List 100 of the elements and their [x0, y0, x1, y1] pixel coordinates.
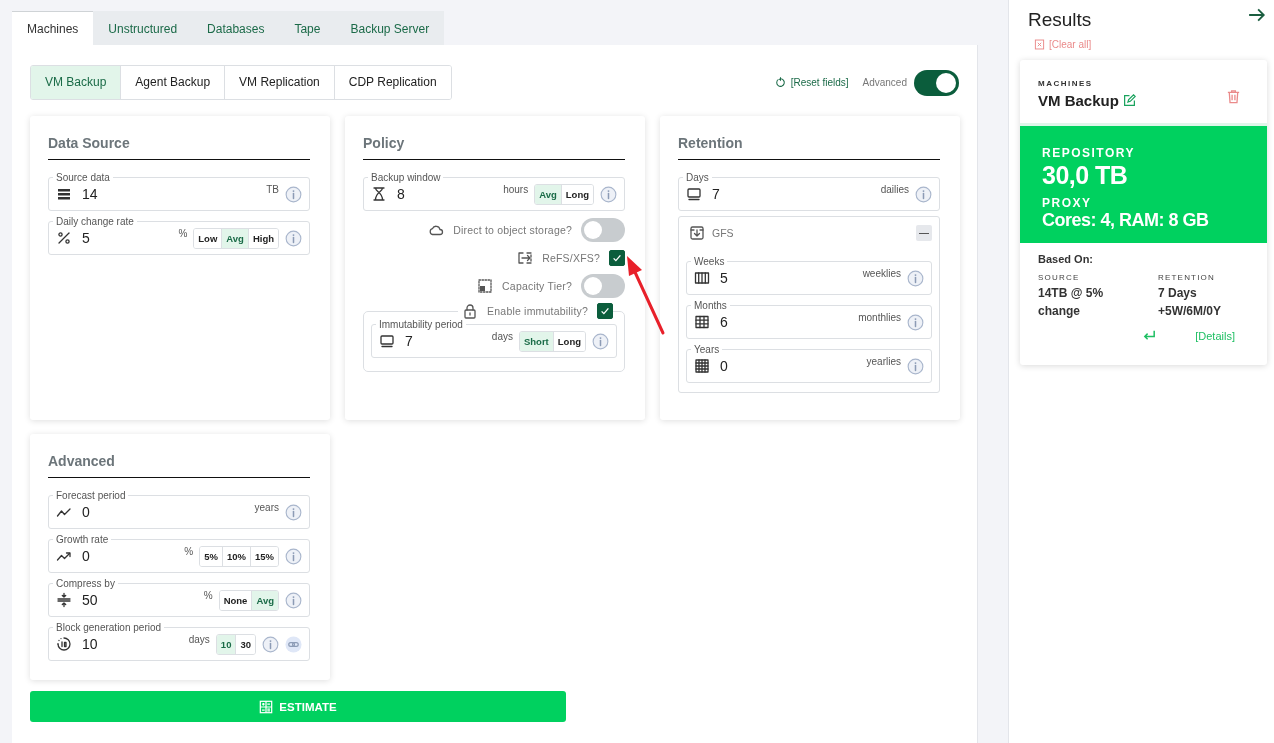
number-input[interactable]: 8 [393, 186, 498, 202]
link-icon[interactable] [285, 635, 302, 653]
input-field[interactable]: Forecast period 0 years [48, 490, 310, 529]
unit-label: monthlies [858, 312, 901, 323]
input-field[interactable]: Growth rate 0 % 5% 10% 15% [48, 534, 310, 573]
card-title: Retention [678, 135, 940, 160]
option-button[interactable]: 30 [235, 634, 255, 654]
reset-fields-link[interactable]: [Reset fields] [790, 77, 849, 88]
category-tab[interactable]: Machines [12, 11, 94, 45]
retention-value: 7 Days +5W/6M/0Y [1158, 285, 1223, 320]
number-input[interactable]: 14 [78, 186, 261, 202]
toggle-switch[interactable] [581, 274, 625, 298]
option-button[interactable]: 15% [250, 546, 278, 566]
field-label: Months [693, 300, 728, 311]
info-icon[interactable] [285, 547, 302, 565]
option-button[interactable]: Short [519, 331, 553, 351]
input-field[interactable]: Daily change rate 5 % Low Avg High [48, 216, 310, 255]
input-field[interactable]: Immutability period 7 days Short Long [371, 319, 617, 358]
option-button[interactable]: Avg [535, 184, 561, 204]
number-input[interactable]: 5 [716, 270, 857, 286]
input-field[interactable]: Weeks 5 weeklies [686, 256, 932, 295]
info-icon[interactable] [285, 591, 302, 609]
check-icon [599, 305, 611, 317]
info-icon[interactable] [262, 635, 279, 653]
retention-label: RETENTION [1158, 273, 1217, 282]
unit-label: years [254, 502, 279, 513]
job-type-tab[interactable]: VM Backup [31, 66, 121, 99]
edit-icon[interactable] [1122, 94, 1136, 107]
input-field[interactable]: Compress by 50 % None Avg [48, 578, 310, 617]
number-input[interactable]: 0 [78, 504, 249, 520]
clear-icon[interactable] [1034, 39, 1045, 50]
option-button[interactable]: High [247, 228, 278, 248]
arrow-right-icon[interactable] [1248, 6, 1266, 24]
trash-icon[interactable] [1226, 89, 1241, 104]
number-input[interactable]: 10 [78, 636, 183, 652]
proxy-value: Cores: 4, RAM: 8 GB [1042, 210, 1210, 231]
results-title: Results [1028, 9, 1092, 31]
option-button[interactable]: Long [552, 331, 585, 351]
number-input[interactable]: 6 [716, 314, 853, 330]
number-input[interactable]: 7 [708, 186, 875, 202]
unit-label: yearlies [866, 356, 901, 367]
field-label: Growth rate [55, 534, 110, 545]
input-field[interactable]: Days 7 dailies [678, 172, 940, 211]
option-button[interactable]: Long [560, 184, 593, 204]
info-icon[interactable] [907, 357, 924, 375]
job-type-tab[interactable]: CDP Replication [333, 66, 451, 99]
info-icon[interactable] [285, 229, 302, 247]
archive-box-icon [689, 225, 705, 241]
input-field[interactable]: Source data 14 TB [48, 172, 310, 211]
input-field[interactable]: Block generation period 10 days 10 30 [48, 622, 310, 661]
reset-icon[interactable] [774, 77, 786, 88]
gfs-title: GFS [712, 227, 735, 239]
field-label: Forecast period [55, 490, 127, 501]
info-icon[interactable] [907, 269, 924, 287]
number-input[interactable]: 7 [401, 333, 486, 349]
option-label: Capacity Tier? [502, 280, 572, 292]
input-field[interactable]: Backup window 8 hours Avg Long [363, 172, 625, 211]
info-icon[interactable] [285, 503, 302, 521]
field-label: Daily change rate [55, 216, 135, 227]
category-label: MACHINES [1038, 79, 1094, 88]
unit-label: % [203, 590, 213, 601]
source-value: 14TB @ 5% change [1038, 285, 1105, 320]
number-input[interactable]: 0 [716, 358, 861, 374]
toggle-switch[interactable] [581, 218, 625, 242]
input-field[interactable]: Months 6 monthlies [686, 300, 932, 339]
percent-icon [56, 230, 72, 246]
number-input[interactable]: 0 [78, 548, 179, 564]
info-icon[interactable] [592, 332, 609, 350]
toggle-switch[interactable] [914, 69, 959, 96]
option-button[interactable]: Avg [251, 590, 278, 610]
grid-icon [694, 314, 710, 330]
number-input[interactable]: 50 [78, 592, 198, 608]
tray-icon [379, 333, 395, 349]
checkbox[interactable] [597, 303, 613, 319]
checkbox[interactable] [609, 250, 625, 266]
info-icon[interactable] [285, 185, 302, 203]
repository-value: 30,0 TB [1042, 161, 1129, 190]
hourglass-icon [371, 186, 387, 202]
repository-label: REPOSITORY [1042, 146, 1137, 160]
info-icon[interactable] [600, 185, 617, 203]
timer-icon [56, 636, 72, 652]
columns-icon [694, 270, 710, 286]
unit-label: TB [266, 184, 279, 195]
field-label: Block generation period [55, 622, 163, 633]
info-icon[interactable] [907, 313, 924, 331]
card-title: Advanced [48, 453, 310, 478]
collapse-button[interactable] [916, 225, 932, 241]
check-icon [611, 252, 623, 264]
unit-label: % [178, 228, 188, 239]
based-on-label: Based On: [1038, 253, 1094, 265]
unit-label: dailies [880, 184, 909, 195]
source-label: SOURCE [1038, 273, 1081, 282]
option-button[interactable]: 10 [216, 634, 236, 654]
result-name: VM Backup [1038, 92, 1119, 109]
advanced-label: Advanced [862, 77, 907, 88]
info-icon[interactable] [915, 185, 932, 203]
input-field[interactable]: Years 0 yearlies [686, 344, 932, 383]
number-input[interactable]: 5 [78, 230, 173, 246]
field-label: Years [693, 344, 721, 355]
option-button[interactable]: Avg [221, 228, 248, 248]
